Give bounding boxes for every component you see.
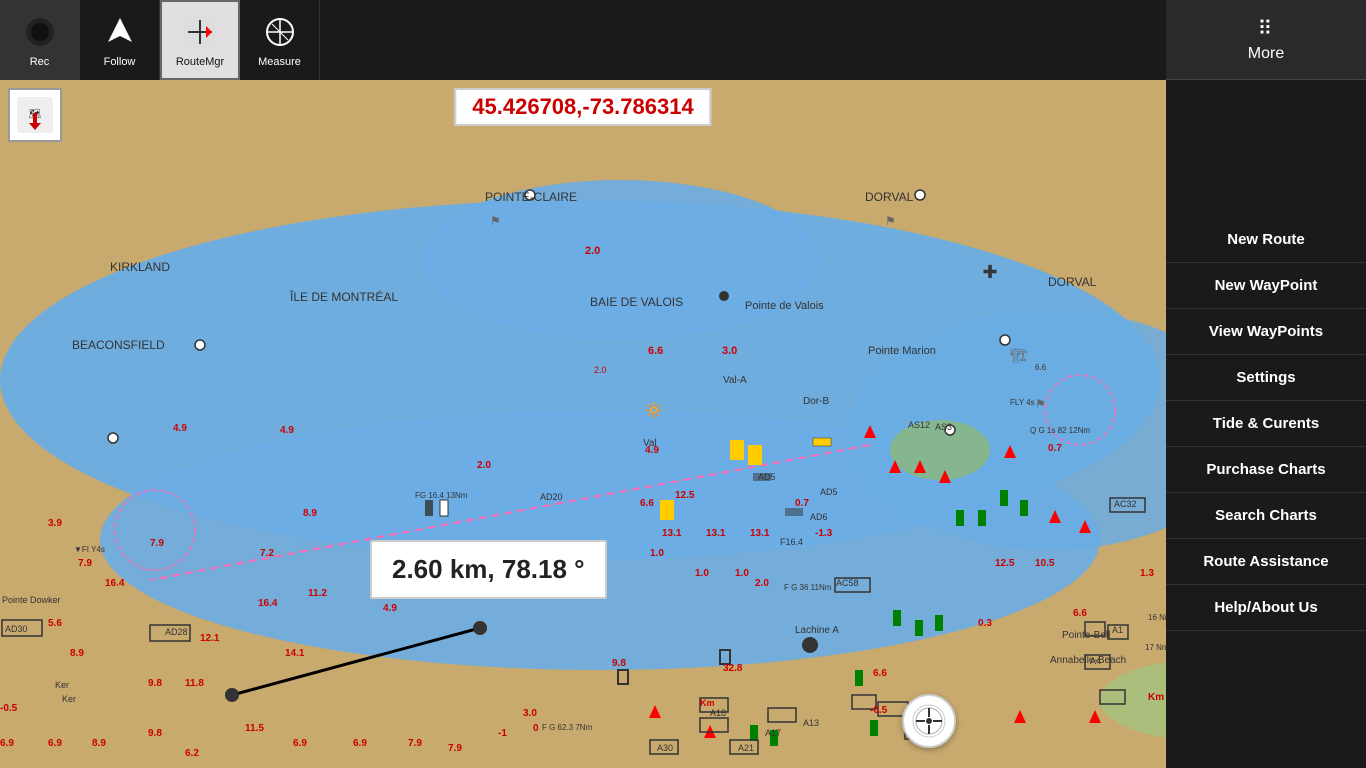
routemgr-label: RouteMgr xyxy=(176,56,224,68)
help-about-button[interactable]: Help/About Us xyxy=(1166,585,1366,631)
route-assistance-button[interactable]: Route Assistance xyxy=(1166,539,1366,585)
app: ✚ 🔆 ⚑ ⚑ ⚑ xyxy=(0,0,1366,768)
svg-text:AD20: AD20 xyxy=(540,492,563,502)
rec-label: Rec xyxy=(30,56,50,68)
svg-text:FLY 4s: FLY 4s xyxy=(1010,398,1035,407)
svg-text:F16.4: F16.4 xyxy=(780,537,803,547)
new-waypoint-label: New WayPoint xyxy=(1215,277,1318,294)
distance-tooltip: 2.60 km, 78.18 ° xyxy=(370,540,607,599)
svg-text:AS12: AS12 xyxy=(908,420,930,430)
route-assistance-label: Route Assistance xyxy=(1203,553,1328,570)
svg-text:A1: A1 xyxy=(1112,625,1123,635)
svg-text:A4: A4 xyxy=(1090,656,1101,666)
map-download-button[interactable]: 🗺 xyxy=(8,88,62,142)
routemgr-icon xyxy=(180,12,220,52)
measure-icon xyxy=(260,12,300,52)
purchase-charts-label: Purchase Charts xyxy=(1206,461,1325,478)
svg-text:🏗: 🏗 xyxy=(1010,347,1028,363)
toolbar: Rec Follow xyxy=(0,0,1166,80)
svg-text:Km: Km xyxy=(1148,692,1164,703)
search-charts-label: Search Charts xyxy=(1215,507,1317,524)
svg-text:⚑: ⚑ xyxy=(490,214,501,228)
coordinates-display: 45.426708,-73.786314 xyxy=(454,88,711,126)
svg-text:17 Nm: 17 Nm xyxy=(1145,643,1166,652)
map-container[interactable]: ✚ 🔆 ⚑ ⚑ ⚑ xyxy=(0,0,1166,768)
svg-text:16 Nm: 16 Nm xyxy=(1148,613,1166,622)
svg-text:⚑: ⚑ xyxy=(1035,397,1046,411)
distance-value: 2.60 km, 78.18 ° xyxy=(392,554,585,584)
routemgr-button[interactable]: RouteMgr xyxy=(160,0,240,80)
follow-label: Follow xyxy=(104,56,136,68)
rec-button[interactable]: Rec xyxy=(0,0,80,80)
rec-icon xyxy=(20,12,60,52)
new-route-button[interactable]: New Route xyxy=(1166,217,1366,263)
svg-text:AD30: AD30 xyxy=(5,624,28,634)
right-menu: ⠿ More New Route New WayPoint View WayPo… xyxy=(1166,0,1366,768)
more-icon: ⠿ xyxy=(1258,16,1275,41)
svg-text:Ker: Ker xyxy=(62,694,76,704)
coordinates-value: 45.426708,-73.786314 xyxy=(472,94,693,119)
settings-label: Settings xyxy=(1236,369,1295,386)
help-about-label: Help/About Us xyxy=(1214,599,1317,616)
svg-text:AD5: AD5 xyxy=(758,472,776,482)
svg-text:✚: ✚ xyxy=(982,262,997,282)
follow-icon xyxy=(100,12,140,52)
compass-button[interactable] xyxy=(902,694,956,748)
svg-text:AD6: AD6 xyxy=(810,512,828,522)
svg-text:AD28: AD28 xyxy=(165,627,188,637)
search-charts-button[interactable]: Search Charts xyxy=(1166,493,1366,539)
more-label: More xyxy=(1248,45,1284,63)
svg-text:🔆: 🔆 xyxy=(645,401,662,419)
tide-currents-button[interactable]: Tide & Curents xyxy=(1166,401,1366,447)
svg-text:F G 36 11Nm: F G 36 11Nm xyxy=(784,583,832,592)
map-canvas: ✚ 🔆 ⚑ ⚑ ⚑ xyxy=(0,80,1166,768)
svg-text:FG 16.4 13Nm: FG 16.4 13Nm xyxy=(415,491,468,500)
svg-text:▼FI Y4s: ▼FI Y4s xyxy=(74,545,105,554)
svg-text:AC58: AC58 xyxy=(836,578,859,588)
new-route-label: New Route xyxy=(1227,231,1305,248)
view-waypoints-label: View WayPoints xyxy=(1209,323,1323,340)
more-button[interactable]: ⠿ More xyxy=(1166,0,1366,80)
view-waypoints-button[interactable]: View WayPoints xyxy=(1166,309,1366,355)
svg-text:AS3: AS3 xyxy=(935,422,952,432)
svg-text:6.6: 6.6 xyxy=(1035,363,1047,372)
follow-button[interactable]: Follow xyxy=(80,0,160,80)
measure-button[interactable]: Measure xyxy=(240,0,320,80)
svg-text:F G 62.3 7Nm: F G 62.3 7Nm xyxy=(542,723,593,732)
purchase-charts-button[interactable]: Purchase Charts xyxy=(1166,447,1366,493)
measure-label: Measure xyxy=(258,56,301,68)
svg-text:Q G 1s 82 12Nm: Q G 1s 82 12Nm xyxy=(1030,426,1090,435)
settings-button[interactable]: Settings xyxy=(1166,355,1366,401)
svg-text:AC32: AC32 xyxy=(1114,499,1137,509)
svg-text:AD5: AD5 xyxy=(820,487,838,497)
svg-text:⚑: ⚑ xyxy=(885,214,896,228)
new-waypoint-button[interactable]: New WayPoint xyxy=(1166,263,1366,309)
tide-currents-label: Tide & Curents xyxy=(1213,415,1319,432)
